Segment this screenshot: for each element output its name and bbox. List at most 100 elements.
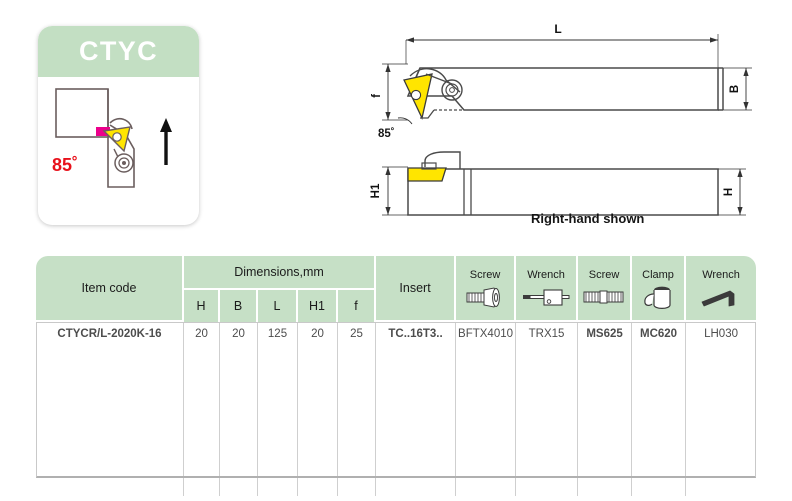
header-tool-clamp: Clamp (632, 256, 687, 322)
cell-screw-1: BFTX4010 (456, 322, 517, 346)
cell-H1: 20 (298, 322, 338, 346)
empty-cell (632, 376, 687, 406)
header-tool-screw-2-label: Screw (588, 269, 620, 281)
empty-cell (338, 466, 377, 496)
empty-cell (258, 346, 298, 376)
cell-screw-2: MS625 (578, 322, 633, 346)
empty-cell (516, 346, 579, 376)
empty-cell (298, 376, 338, 406)
empty-cell (456, 376, 517, 406)
header-insert: Insert (376, 256, 457, 322)
empty-cell (516, 466, 579, 496)
empty-cell (220, 406, 258, 436)
header-tool-screw-1-label: Screw (469, 269, 501, 281)
empty-cell (184, 466, 220, 496)
empty-cell (258, 376, 298, 406)
empty-cell (376, 406, 457, 436)
empty-cell (184, 346, 220, 376)
clamp-icon (632, 283, 684, 311)
empty-cell (36, 466, 184, 496)
header-tool-clamp-label: Clamp (642, 269, 674, 281)
cell-item-code: CTYCR/L-2020K-16 (36, 322, 184, 346)
table-row-empty (36, 436, 757, 466)
table-row[interactable]: CTYCR/L-2020K-16 20 20 125 20 25 TC..16T… (36, 322, 757, 346)
cell-wrench-1: TRX15 (516, 322, 579, 346)
empty-cell (516, 376, 579, 406)
header-tool-wrench-2: Wrench (686, 256, 757, 322)
empty-cell (338, 436, 377, 466)
table-body: CTYCR/L-2020K-16 20 20 125 20 25 TC..16T… (36, 322, 757, 496)
empty-cell (578, 376, 633, 406)
lead-angle-label: 85˚ (52, 155, 79, 175)
empty-cell (632, 406, 687, 436)
header-dim-H1: H1 (298, 290, 338, 322)
cell-clamp: MC620 (632, 322, 687, 346)
empty-cell (376, 376, 457, 406)
empty-cell (376, 346, 457, 376)
cell-wrench-2: LH030 (686, 322, 757, 346)
feed-direction-arrow (160, 118, 172, 165)
svg-text:L: L (554, 22, 561, 36)
empty-cell (686, 346, 757, 376)
header-dim-L: L (258, 290, 298, 322)
cell-L: 125 (258, 322, 298, 346)
header-tool-wrench-1: Wrench (516, 256, 579, 322)
specification-table: Item code Dimensions,mm Insert Screw Wre… (36, 256, 757, 496)
empty-cell (338, 376, 377, 406)
drawing-lead-angle-label: 85˚ (378, 128, 395, 140)
empty-cell (220, 376, 258, 406)
empty-cell (36, 346, 184, 376)
empty-cell (338, 406, 377, 436)
table-row-empty (36, 406, 757, 436)
svg-text:H: H (723, 188, 735, 196)
empty-cell (184, 376, 220, 406)
cell-insert: TC..16T3.. (376, 322, 457, 346)
product-type-card-header: CTYC (38, 26, 199, 77)
empty-cell (686, 406, 757, 436)
cell-B: 20 (220, 322, 258, 346)
empty-cell (686, 376, 757, 406)
svg-text:B: B (729, 85, 741, 93)
product-type-card: CTYC 85˚ (38, 26, 199, 225)
header-tool-wrench-1-label: Wrench (527, 269, 565, 281)
cell-H: 20 (184, 322, 220, 346)
empty-cell (220, 466, 258, 496)
header-tool-screw-1: Screw (456, 256, 517, 322)
product-type-code: CTYC (78, 36, 159, 66)
empty-cell (220, 436, 258, 466)
empty-cell (258, 406, 298, 436)
header-item-code: Item code (36, 256, 184, 322)
empty-cell (298, 466, 338, 496)
empty-cell (456, 436, 517, 466)
empty-cell (220, 346, 258, 376)
empty-cell (578, 406, 633, 436)
empty-cell (184, 406, 220, 436)
plan-view-drawing: L f B (371, 22, 752, 125)
empty-cell (184, 436, 220, 466)
empty-cell (338, 346, 377, 376)
empty-cell (686, 466, 757, 496)
table-row-empty (36, 376, 757, 406)
header-dimensions-group: Dimensions,mm (184, 256, 377, 291)
empty-cell (632, 466, 687, 496)
view-caption: Right-hand shown (531, 211, 645, 226)
empty-cell (258, 436, 298, 466)
empty-cell (456, 466, 517, 496)
svg-text:H1: H1 (370, 183, 382, 198)
empty-cell (298, 346, 338, 376)
empty-cell (36, 406, 184, 436)
empty-cell (456, 406, 517, 436)
cell-f: 25 (338, 322, 377, 346)
empty-cell (578, 466, 633, 496)
empty-cell (36, 436, 184, 466)
table-header-row-top: Item code Dimensions,mm Insert Screw Wre… (36, 256, 757, 322)
screw-head-icon (456, 283, 514, 311)
empty-cell (578, 346, 633, 376)
header-dim-H: H (184, 290, 220, 322)
toolholder-approach-diagram (55, 88, 172, 188)
empty-cell (516, 436, 579, 466)
empty-cell (632, 346, 687, 376)
empty-cell (456, 346, 517, 376)
table-row-empty (36, 466, 757, 496)
empty-cell (36, 376, 184, 406)
